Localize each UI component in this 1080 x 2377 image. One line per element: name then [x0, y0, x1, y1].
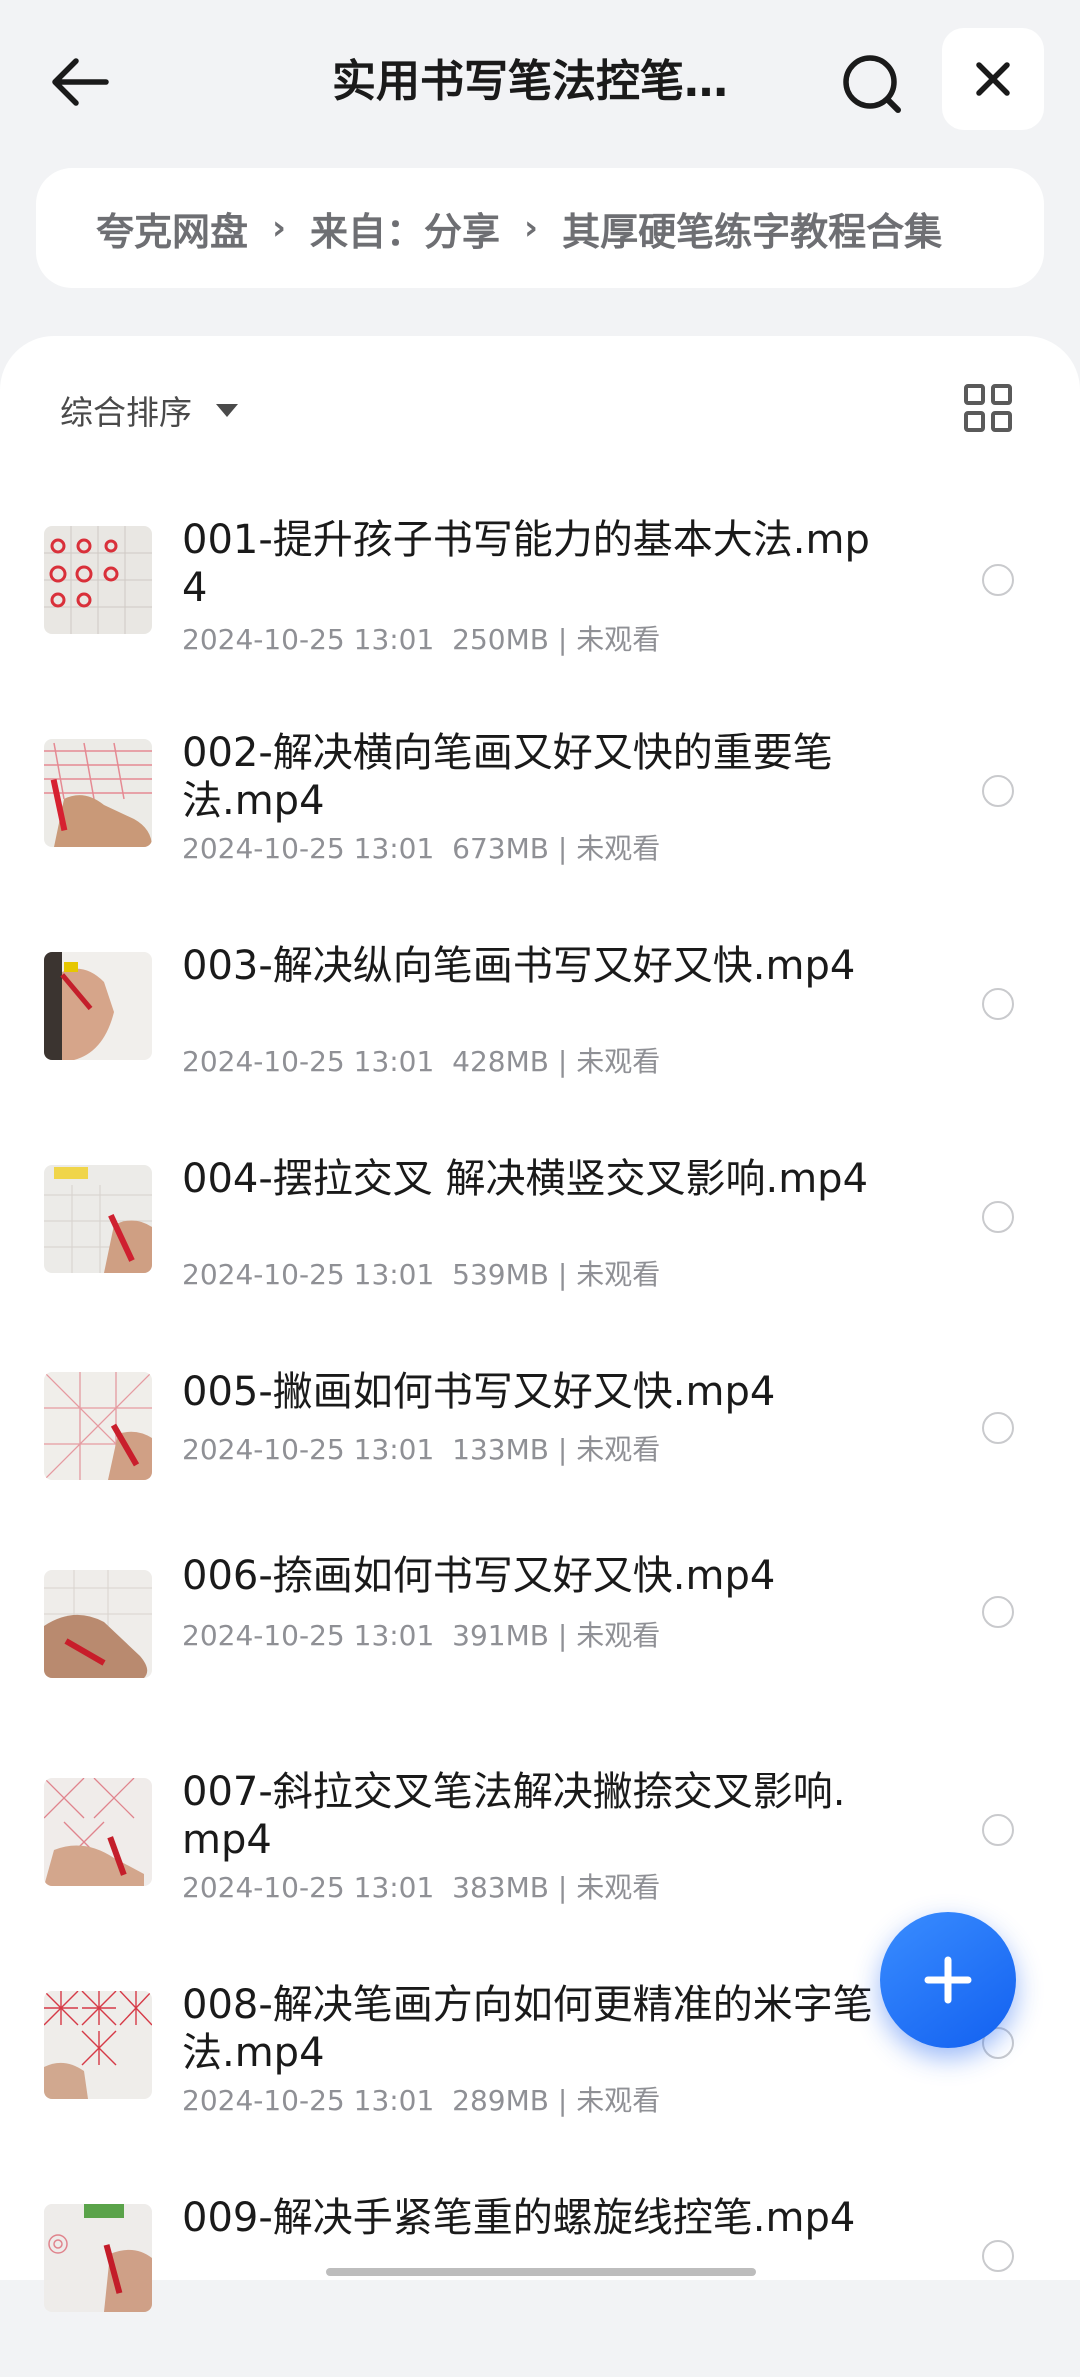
file-name: 003-解决纵向笔画书写又好又快.mp4 — [182, 943, 856, 989]
meta-divider: | — [557, 1871, 577, 1904]
breadcrumb-item-folder[interactable]: 其厚硬笔练字教程合集 — [562, 201, 942, 256]
file-size: 539MB — [452, 1258, 549, 1291]
watch-status: 未观看 — [576, 1433, 661, 1466]
list-item[interactable]: 002-解决横向笔画又好又快的重要笔法.mp4 2024-10-25 13:01… — [0, 699, 1080, 912]
video-thumbnail — [44, 1778, 152, 1886]
file-name: 007-斜拉交叉笔法解决撇捺交叉影响.mp4 — [182, 1769, 846, 1863]
select-radio[interactable] — [982, 1814, 1014, 1846]
watch-status: 未观看 — [576, 1619, 661, 1652]
top-bar: 实用书写笔法控笔… — [0, 0, 1080, 160]
file-size: 391MB — [452, 1619, 549, 1652]
file-date: 2024-10-25 13:01 — [182, 1619, 435, 1652]
meta-divider: | — [557, 832, 577, 865]
back-button[interactable] — [48, 50, 112, 114]
list-item[interactable]: 004-摆拉交叉 解决横竖交叉影响.mp4 2024-10-25 13:01 5… — [0, 1125, 1080, 1338]
file-meta: 2024-10-25 13:01 428MB | 未观看 — [182, 1040, 660, 1080]
video-thumbnail — [44, 1570, 152, 1678]
plus-icon — [924, 1956, 972, 2004]
caret-down-icon — [216, 403, 238, 417]
file-name: 002-解决横向笔画又好又快的重要笔法.mp4 — [182, 730, 833, 824]
select-radio[interactable] — [982, 1596, 1014, 1628]
video-thumbnail — [44, 739, 152, 847]
search-button[interactable] — [838, 50, 906, 118]
video-thumbnail — [44, 1991, 152, 2099]
file-size: 428MB — [452, 1045, 549, 1078]
file-size: 250MB — [452, 623, 549, 656]
select-radio[interactable] — [982, 1201, 1014, 1233]
file-meta: 2024-10-25 13:01 383MB | 未观看 — [182, 1866, 660, 1906]
file-name: 004-摆拉交叉 解决横竖交叉影响.mp4 — [182, 1156, 869, 1202]
file-name: 006-捺画如何书写又好又快.mp4 — [182, 1553, 776, 1599]
file-name: 001-提升孩子书写能力的基本大法.mp4 — [182, 517, 870, 611]
chevron-right-icon: › — [524, 208, 539, 248]
file-meta: 2024-10-25 13:01 391MB | 未观看 — [182, 1614, 660, 1654]
video-thumbnail — [44, 2204, 152, 2312]
breadcrumb: 夸克网盘 › 来自：分享 › 其厚硬笔练字教程合集 — [36, 168, 1044, 288]
list-item[interactable]: 001-提升孩子书写能力的基本大法.mp4 2024-10-25 13:01 2… — [0, 486, 1080, 699]
file-meta: 2024-10-25 13:01 539MB | 未观看 — [182, 1253, 660, 1293]
meta-divider: | — [557, 1619, 577, 1652]
file-meta: 2024-10-25 13:01 133MB | 未观看 — [182, 1428, 660, 1468]
sort-dropdown[interactable]: 综合排序 — [60, 380, 238, 440]
grid-view-icon[interactable] — [962, 382, 1014, 434]
select-radio[interactable] — [982, 988, 1014, 1020]
file-meta: 2024-10-25 13:01 250MB | 未观看 — [182, 618, 660, 658]
video-thumbnail — [44, 1372, 152, 1480]
meta-divider: | — [557, 1433, 577, 1466]
close-button[interactable] — [942, 28, 1044, 130]
watch-status: 未观看 — [576, 1871, 661, 1904]
select-radio[interactable] — [982, 564, 1014, 596]
breadcrumb-item-root[interactable]: 夸克网盘 — [96, 201, 248, 256]
search-icon — [843, 55, 901, 113]
watch-status: 未观看 — [576, 623, 661, 656]
home-indicator[interactable] — [326, 2268, 756, 2276]
list-item[interactable]: 003-解决纵向笔画书写又好又快.mp4 2024-10-25 13:01 42… — [0, 912, 1080, 1125]
close-icon — [976, 62, 1010, 96]
file-name: 005-撇画如何书写又好又快.mp4 — [182, 1369, 776, 1415]
file-size: 133MB — [452, 1433, 549, 1466]
select-radio[interactable] — [982, 2240, 1014, 2272]
video-thumbnail — [44, 526, 152, 634]
file-meta: 2024-10-25 13:01 673MB | 未观看 — [182, 827, 660, 867]
file-size: 673MB — [452, 832, 549, 865]
video-thumbnail — [44, 952, 152, 1060]
meta-divider: | — [557, 1258, 577, 1291]
arrow-left-icon — [52, 58, 109, 106]
file-date: 2024-10-25 13:01 — [182, 1045, 435, 1078]
page-title: 实用书写笔法控笔… — [332, 56, 728, 107]
chevron-right-icon: › — [272, 208, 287, 248]
file-date: 2024-10-25 13:01 — [182, 623, 435, 656]
watch-status: 未观看 — [576, 832, 661, 865]
file-size: 383MB — [452, 1871, 549, 1904]
select-radio[interactable] — [982, 775, 1014, 807]
list-item[interactable]: 005-撇画如何书写又好又快.mp4 2024-10-25 13:01 133M… — [0, 1338, 1080, 1536]
file-name: 008-解决笔画方向如何更精准的米字笔法.mp4 — [182, 1982, 873, 2076]
watch-status: 未观看 — [576, 2084, 661, 2117]
file-date: 2024-10-25 13:01 — [182, 1871, 435, 1904]
list-item[interactable]: 006-捺画如何书写又好又快.mp4 2024-10-25 13:01 391M… — [0, 1536, 1080, 1738]
file-list: 001-提升孩子书写能力的基本大法.mp4 2024-10-25 13:01 2… — [0, 486, 1080, 2377]
select-radio[interactable] — [982, 1412, 1014, 1444]
breadcrumb-item-share[interactable]: 来自：分享 — [310, 201, 500, 256]
file-date: 2024-10-25 13:01 — [182, 1258, 435, 1291]
file-meta: 2024-10-25 13:01 289MB | 未观看 — [182, 2079, 660, 2119]
file-size: 289MB — [452, 2084, 549, 2117]
meta-divider: | — [557, 1045, 577, 1078]
watch-status: 未观看 — [576, 1045, 661, 1078]
watch-status: 未观看 — [576, 1258, 661, 1291]
add-button[interactable] — [880, 1912, 1016, 2048]
file-date: 2024-10-25 13:01 — [182, 832, 435, 865]
sort-label: 综合排序 — [60, 393, 192, 432]
meta-divider: | — [557, 623, 577, 656]
file-date: 2024-10-25 13:01 — [182, 1433, 435, 1466]
meta-divider: | — [557, 2084, 577, 2117]
video-thumbnail — [44, 1165, 152, 1273]
file-name: 009-解决手紧笔重的螺旋线控笔.mp4 — [182, 2195, 856, 2241]
file-date: 2024-10-25 13:01 — [182, 2084, 435, 2117]
